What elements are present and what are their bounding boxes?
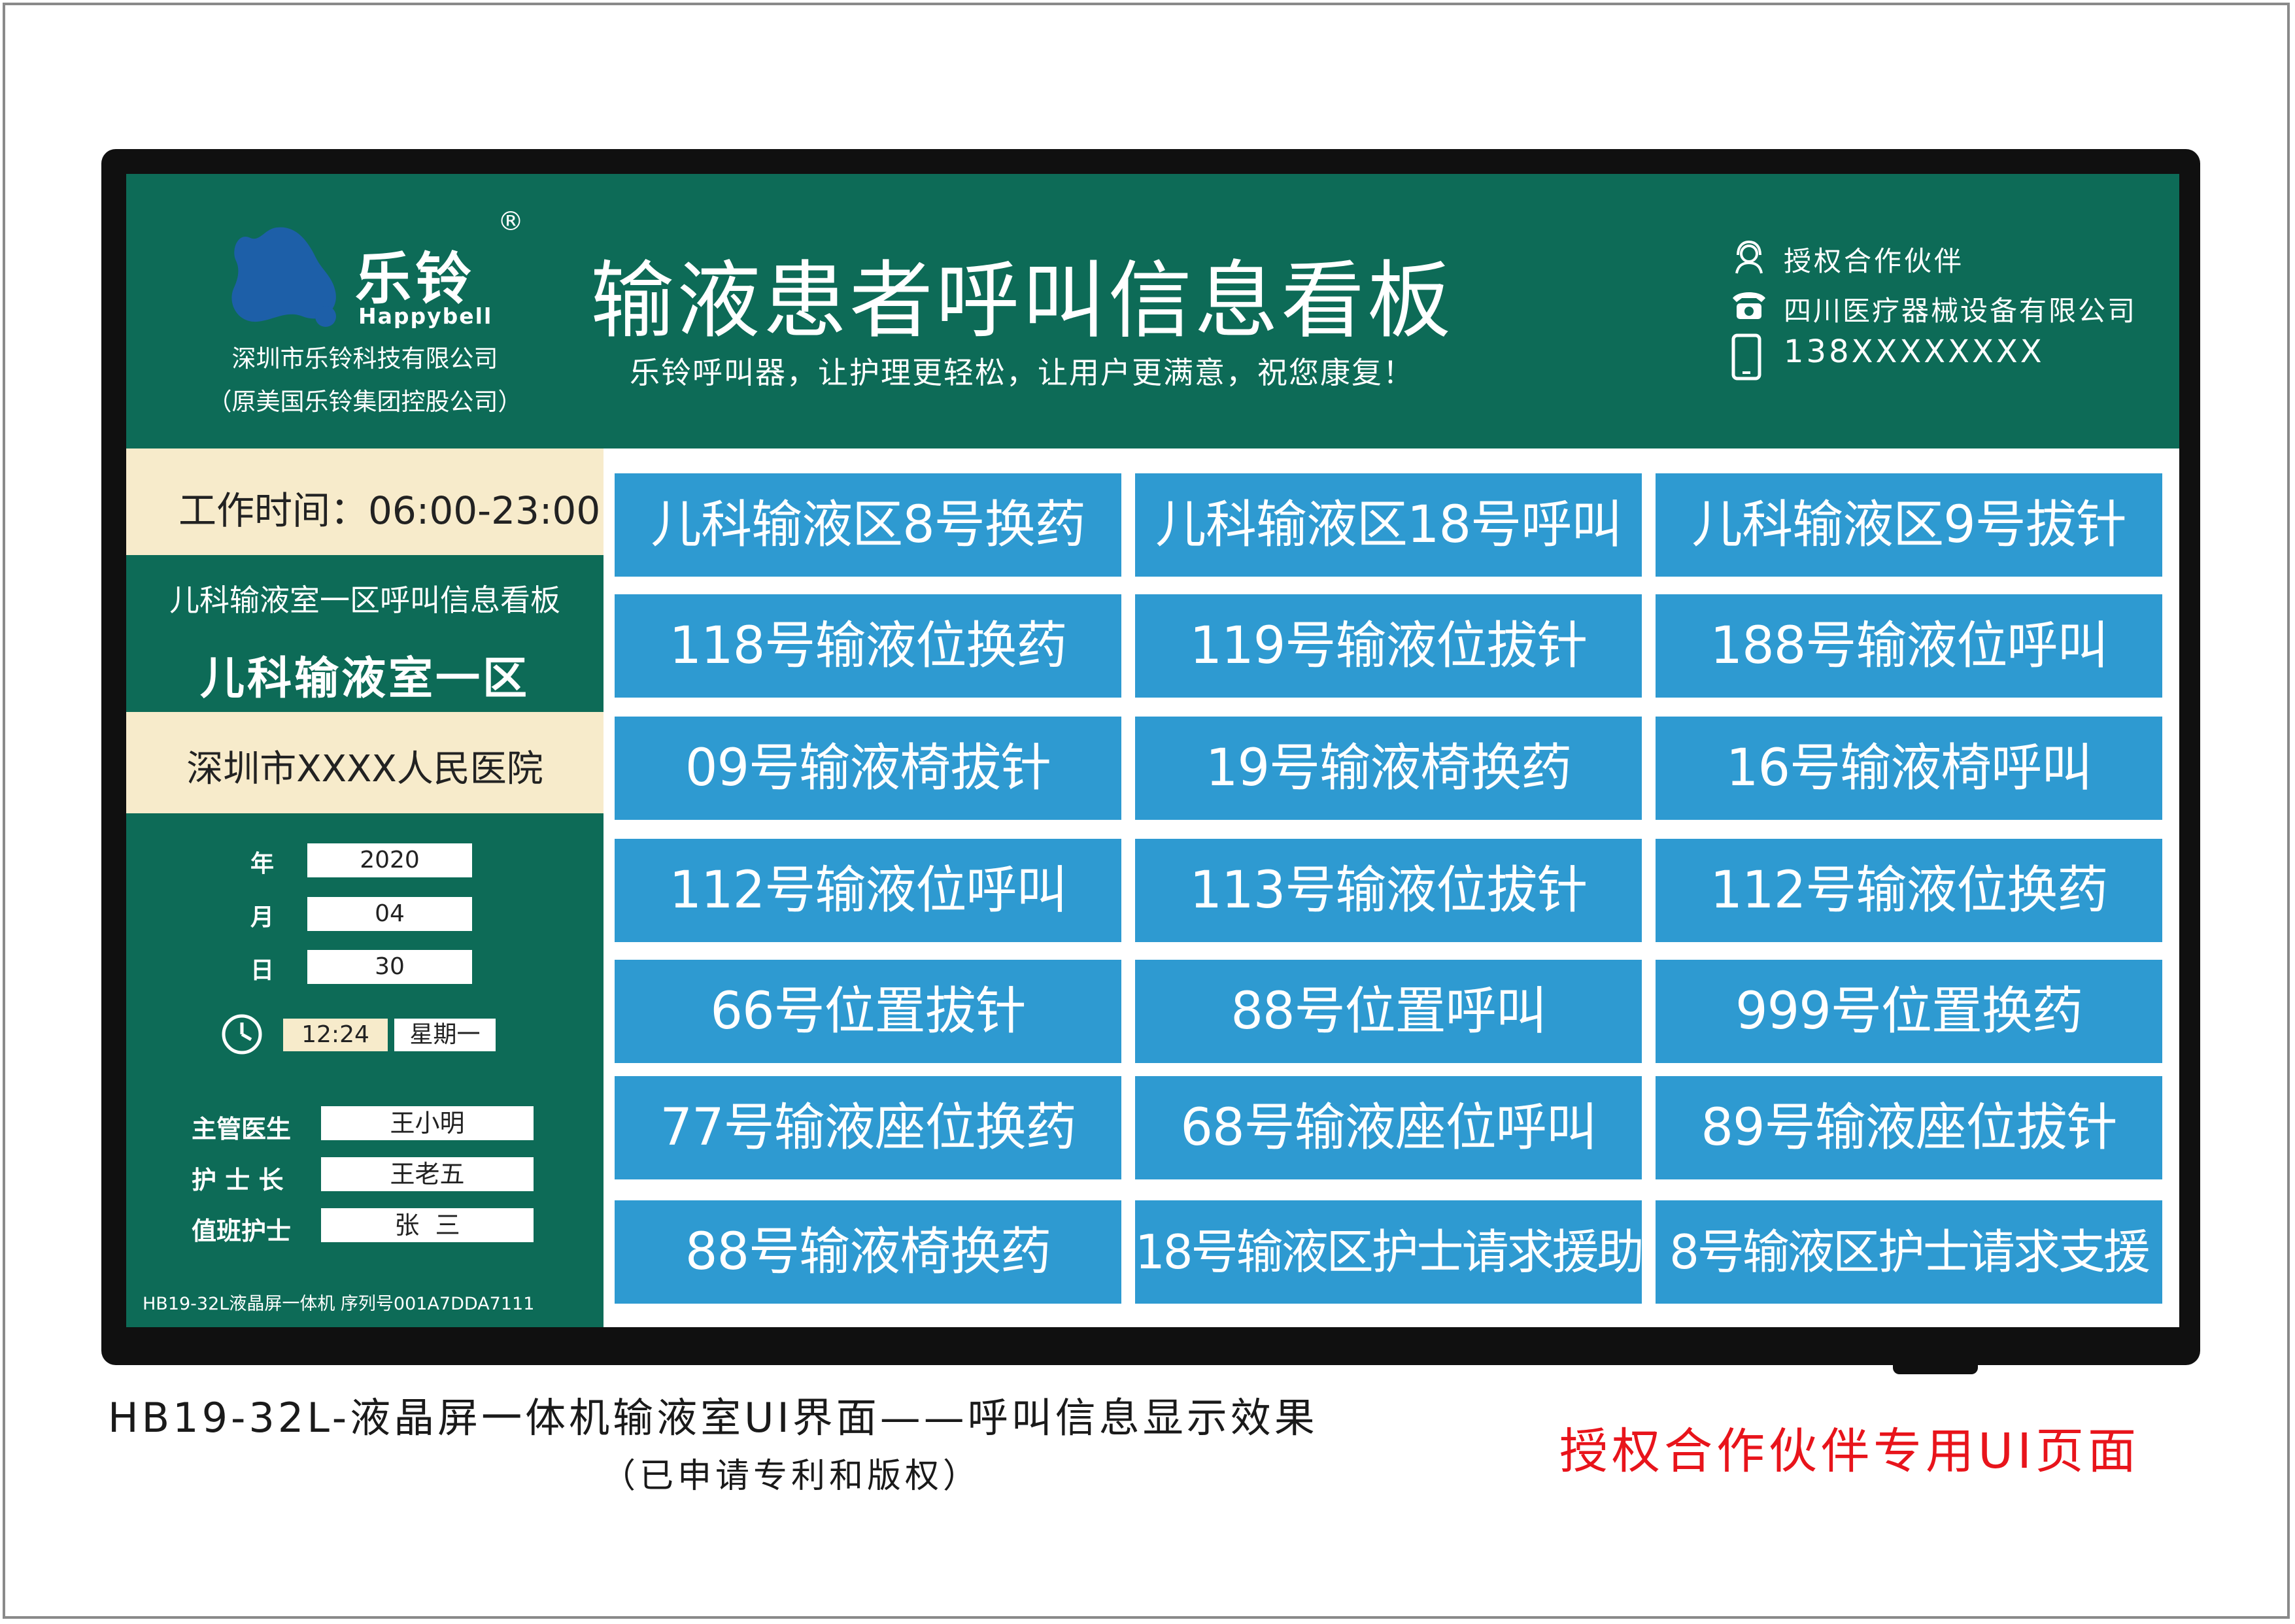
call-item: 儿科输液区18号呼叫: [1135, 473, 1642, 577]
call-item: 09号输液椅拔针: [615, 717, 1121, 820]
call-item: 儿科输液区8号换药: [615, 473, 1121, 577]
call-item: 119号输液位拔针: [1135, 594, 1642, 698]
work-time: 工作时间：06:00-23:00: [178, 488, 601, 533]
caption-patent: （已申请专利和版权）: [602, 1457, 981, 1496]
header-bar: 乐铃 Happybell ® 深圳市乐铃科技有限公司 （原美国乐铃集团控股公司）…: [126, 174, 2179, 448]
partner-label: 授权合作伙伴: [1784, 245, 1965, 277]
call-item: 112号输液位呼叫: [615, 839, 1121, 942]
call-item: 89号输液座位拔针: [1656, 1076, 2162, 1179]
call-item: 19号输液椅换药: [1135, 717, 1642, 820]
mobile-phone-icon: [1731, 333, 1761, 381]
partner-company: 四川医疗器械设备有限公司: [1784, 295, 2137, 327]
ward-name: 儿科输液室一区: [199, 653, 530, 705]
board-slogan: 乐铃呼叫器，让护理更轻松，让用户更满意，祝您康复！: [630, 355, 1414, 390]
head-nurse-name: 王老五: [321, 1157, 534, 1191]
year-value: 2020: [307, 843, 472, 877]
duty-nurse-name: 张 三: [321, 1208, 534, 1242]
board-subtitle: 儿科输液室一区呼叫信息看板: [169, 583, 560, 618]
year-label: 年: [250, 851, 275, 877]
brand-name-en: Happybell: [358, 303, 493, 329]
brand-name-cn: 乐铃: [355, 246, 475, 312]
call-item: 66号位置拔针: [615, 960, 1121, 1063]
day-value: 30: [307, 950, 472, 984]
day-label: 日: [250, 957, 275, 984]
device-serial: HB19-32L液晶屏一体机 序列号001A7DDA7111: [143, 1294, 535, 1314]
call-item: 112号输液位换药: [1656, 839, 2162, 942]
caption-partner: 授权合作伙伴专用UI页面: [1559, 1423, 2140, 1480]
display-screen: 乐铃 Happybell ® 深圳市乐铃科技有限公司 （原美国乐铃集团控股公司）…: [126, 174, 2179, 1327]
clock-icon: [222, 1014, 262, 1055]
work-time-bar: 工作时间：06:00-23:00: [126, 448, 604, 555]
call-item: 68号输液座位呼叫: [1135, 1076, 1642, 1179]
call-item: 77号输液座位换药: [615, 1076, 1121, 1179]
hospital-bar: 深圳市XXXX人民医院: [126, 712, 604, 813]
monitor-foot-right: [1893, 1347, 1978, 1374]
info-panel: 工作时间：06:00-23:00 儿科输液室一区呼叫信息看板 儿科输液室一区 深…: [126, 448, 604, 1327]
caption-main: HB19-32L-液晶屏一体机输液室UI界面——呼叫信息显示效果: [108, 1394, 1318, 1442]
headset-icon: [1735, 240, 1763, 274]
call-item: 113号输液位拔针: [1135, 839, 1642, 942]
phone-number: 138XXXXXXXX: [1784, 333, 2045, 370]
call-item: 999号位置换药: [1656, 960, 2162, 1063]
call-item: 儿科输液区9号拔针: [1656, 473, 2162, 577]
current-time: 12:24: [283, 1019, 388, 1051]
current-weekday: 星期一: [394, 1019, 496, 1051]
month-label: 月: [250, 904, 275, 931]
call-item: 88号位置呼叫: [1135, 960, 1642, 1063]
doctor-name: 王小明: [321, 1106, 534, 1140]
month-value: 04: [307, 897, 472, 931]
call-item: 16号输液椅呼叫: [1656, 717, 2162, 820]
board-title: 输液患者呼叫信息看板: [590, 252, 1454, 350]
duty-nurse-label: 值班护士: [192, 1217, 292, 1245]
bell-logo-icon: [231, 227, 336, 327]
telephone-icon: [1733, 292, 1765, 319]
hospital-name: 深圳市XXXX人民医院: [186, 748, 543, 790]
call-item: 188号输液位呼叫: [1656, 594, 2162, 698]
call-item: 8号输液区护士请求支援: [1656, 1200, 2162, 1304]
call-item: 18号输液区护士请求援助: [1135, 1200, 1642, 1304]
doctor-label: 主管医生: [192, 1115, 292, 1143]
head-nurse-label: 护 士 长: [192, 1166, 284, 1194]
call-item: 118号输液位换药: [615, 594, 1121, 698]
call-item: 88号输液椅换药: [615, 1200, 1121, 1304]
